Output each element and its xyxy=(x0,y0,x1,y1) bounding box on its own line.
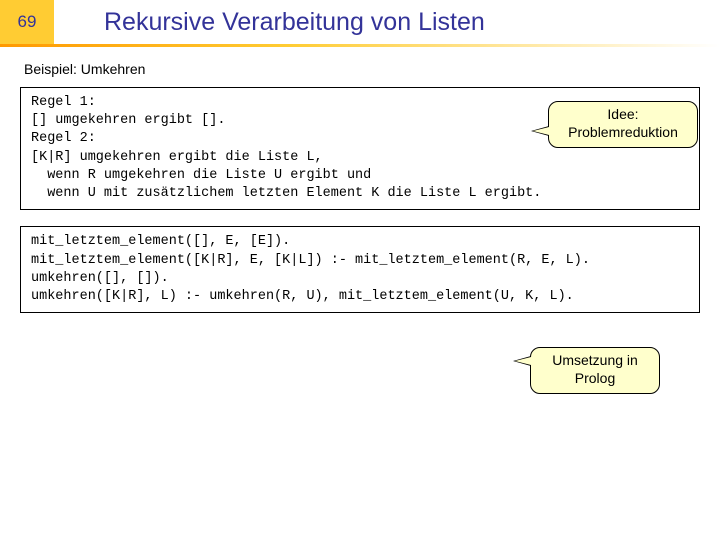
prolog-code-box: mit_letztem_element([], E, [E]). mit_let… xyxy=(20,226,700,313)
callout-prolog: Umsetzung in Prolog xyxy=(530,347,660,394)
callout-idea: Idee: Problemreduktion xyxy=(548,101,698,148)
callout-idea-line2: Problemreduktion xyxy=(559,124,687,142)
slide-header: 69 Rekursive Verarbeitung von Listen xyxy=(0,0,720,44)
callout-idea-line1: Idee: xyxy=(559,106,687,124)
callout-tail-icon xyxy=(513,356,531,366)
callout-prolog-line2: Prolog xyxy=(541,370,649,388)
slide-title: Rekursive Verarbeitung von Listen xyxy=(54,0,720,44)
slide-content: Beispiel: Umkehren Idee: Problemreduktio… xyxy=(0,47,720,313)
slide-number: 69 xyxy=(0,0,54,44)
callout-tail-icon xyxy=(531,126,549,136)
callout-prolog-line1: Umsetzung in xyxy=(541,352,649,370)
example-label: Beispiel: Umkehren xyxy=(24,61,700,77)
